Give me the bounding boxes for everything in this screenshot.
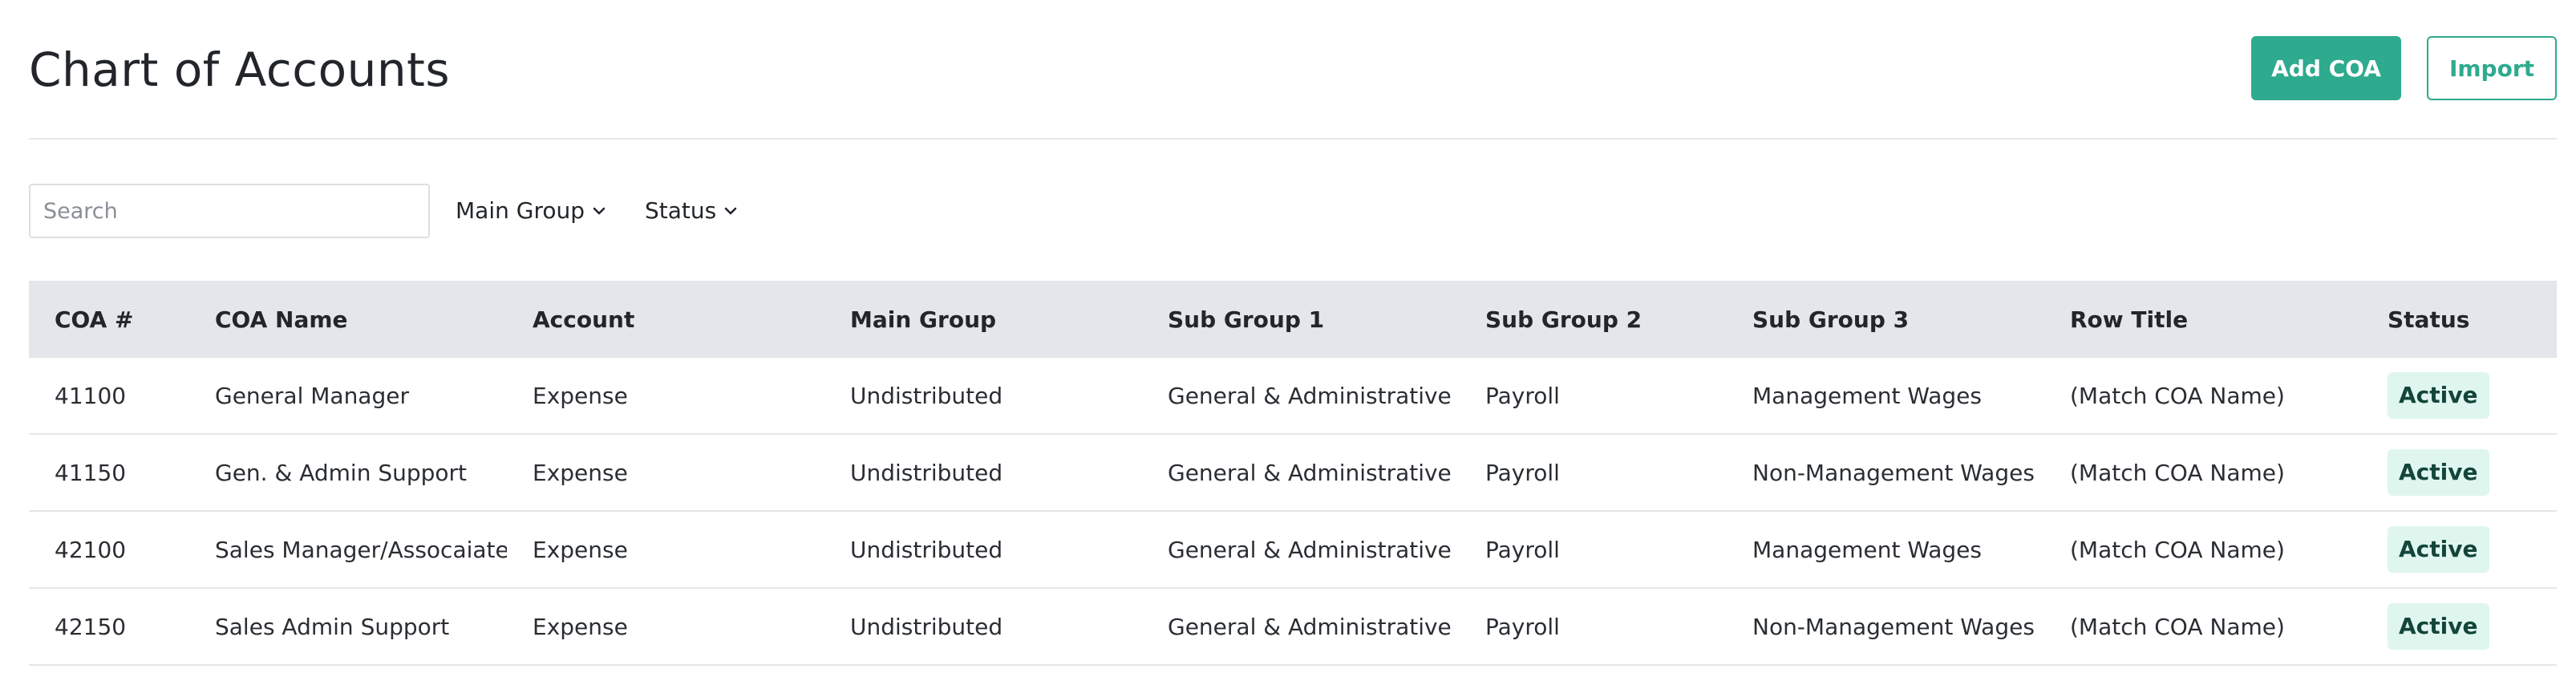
chevron-down-icon xyxy=(723,203,739,219)
add-coa-button[interactable]: Add COA xyxy=(2251,36,2401,100)
sub-group-3-cell: Non-Management Wages xyxy=(1752,459,2035,486)
main-group-cell: Undistributed xyxy=(850,536,1003,563)
column-header-row-title[interactable]: Row Title xyxy=(2044,306,2362,333)
sub-group-2-cell: Payroll xyxy=(1485,613,1560,640)
row-title-cell: (Match COA Name) xyxy=(2070,536,2285,563)
coa-table: COA # COA Name Account Main Group Sub Gr… xyxy=(29,281,2557,666)
coa-name-cell: Sales Admin Support xyxy=(215,613,450,640)
table-row[interactable]: 41100 General Manager Expense Undistribu… xyxy=(29,358,2557,435)
row-title-cell: (Match COA Name) xyxy=(2070,382,2285,409)
table-row[interactable]: 42150 Sales Admin Support Expense Undist… xyxy=(29,589,2557,666)
sub-group-1-cell: General & Administrative xyxy=(1168,382,1452,409)
coa-name-cell: Sales Manager/Assocaiate xyxy=(215,536,507,563)
account-cell: Expense xyxy=(533,382,628,409)
import-button[interactable]: Import xyxy=(2427,36,2557,100)
column-header-coa-number[interactable]: COA # xyxy=(29,306,189,333)
sub-group-2-cell: Payroll xyxy=(1485,536,1560,563)
sub-group-2-cell: Payroll xyxy=(1485,459,1560,486)
column-header-main-group[interactable]: Main Group xyxy=(824,306,1142,333)
search-input[interactable] xyxy=(29,184,430,238)
column-header-status[interactable]: Status xyxy=(2362,306,2557,333)
account-cell: Expense xyxy=(533,536,628,563)
status-cell: Active xyxy=(2362,372,2557,419)
table-row[interactable]: 41150 Gen. & Admin Support Expense Undis… xyxy=(29,435,2557,512)
status-badge: Active xyxy=(2388,603,2489,650)
account-cell: Expense xyxy=(533,613,628,640)
filter-bar: Main Group Status xyxy=(29,140,2557,282)
coa-number-cell: 41100 xyxy=(55,382,127,409)
status-dropdown-label: Status xyxy=(645,197,717,224)
coa-name-cell: General Manager xyxy=(215,382,409,409)
table-row[interactable]: 42100 Sales Manager/Assocaiate Expense U… xyxy=(29,512,2557,589)
coa-name-cell: Gen. & Admin Support xyxy=(215,459,468,486)
column-header-coa-name[interactable]: COA Name xyxy=(189,306,507,333)
main-group-cell: Undistributed xyxy=(850,382,1003,409)
main-group-cell: Undistributed xyxy=(850,459,1003,486)
main-group-cell: Undistributed xyxy=(850,613,1003,640)
status-dropdown[interactable]: Status xyxy=(645,193,739,229)
status-badge: Active xyxy=(2388,526,2489,573)
coa-number-cell: 42150 xyxy=(55,613,127,640)
status-cell: Active xyxy=(2362,449,2557,496)
column-header-sub-group-1[interactable]: Sub Group 1 xyxy=(1142,306,1460,333)
status-badge: Active xyxy=(2388,449,2489,496)
table-header-row: COA # COA Name Account Main Group Sub Gr… xyxy=(29,281,2557,358)
row-title-cell: (Match COA Name) xyxy=(2070,459,2285,486)
status-cell: Active xyxy=(2362,603,2557,650)
chart-of-accounts-page: Chart of Accounts Add COA Import Main Gr… xyxy=(29,0,2557,666)
sub-group-1-cell: General & Administrative xyxy=(1168,459,1452,486)
column-header-sub-group-3[interactable]: Sub Group 3 xyxy=(1727,306,2044,333)
column-header-account[interactable]: Account xyxy=(507,306,824,333)
chevron-down-icon xyxy=(591,203,607,219)
sub-group-1-cell: General & Administrative xyxy=(1168,613,1452,640)
column-header-sub-group-2[interactable]: Sub Group 2 xyxy=(1460,306,1727,333)
page-title: Chart of Accounts xyxy=(29,43,451,97)
coa-number-cell: 41150 xyxy=(55,459,127,486)
sub-group-2-cell: Payroll xyxy=(1485,382,1560,409)
sub-group-3-cell: Management Wages xyxy=(1752,382,1982,409)
sub-group-3-cell: Management Wages xyxy=(1752,536,1982,563)
sub-group-1-cell: General & Administrative xyxy=(1168,536,1452,563)
main-group-dropdown[interactable]: Main Group xyxy=(456,193,607,229)
row-title-cell: (Match COA Name) xyxy=(2070,613,2285,640)
account-cell: Expense xyxy=(533,459,628,486)
status-badge: Active xyxy=(2388,372,2489,419)
page-header: Chart of Accounts Add COA Import xyxy=(29,0,2557,140)
sub-group-3-cell: Non-Management Wages xyxy=(1752,613,2035,640)
status-cell: Active xyxy=(2362,526,2557,573)
header-actions: Add COA Import xyxy=(2251,36,2557,100)
main-group-dropdown-label: Main Group xyxy=(456,197,585,224)
coa-number-cell: 42100 xyxy=(55,536,127,563)
